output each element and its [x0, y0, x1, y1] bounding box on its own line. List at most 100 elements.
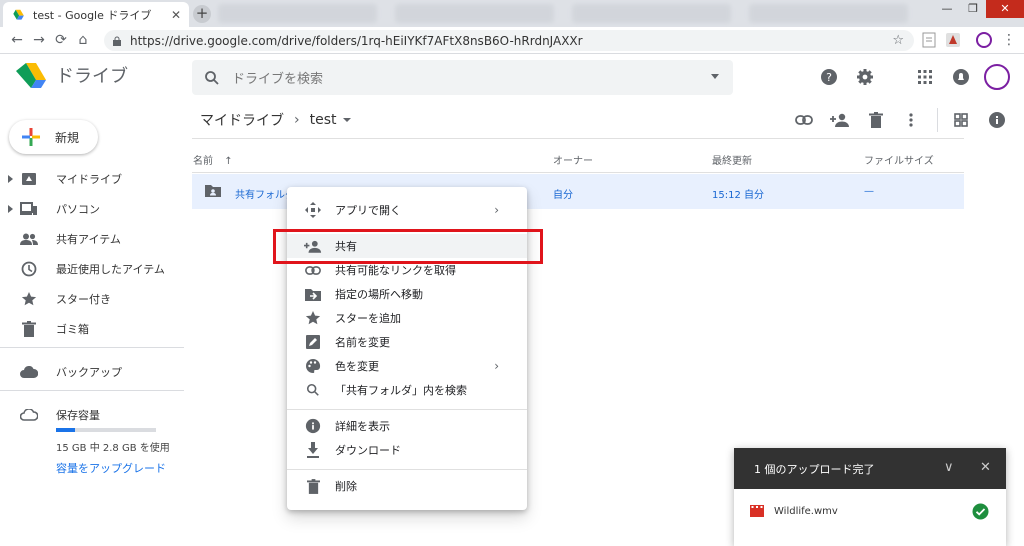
sidebar-divider [0, 390, 184, 391]
search-icon [304, 381, 322, 399]
breadcrumb-separator-icon: › [294, 112, 300, 128]
extension-page-icon[interactable] [920, 31, 938, 49]
menu-item-change-color[interactable]: 色を変更 › [287, 354, 527, 378]
column-header-name[interactable]: 名前 ↑ [193, 152, 233, 167]
video-file-icon [750, 505, 764, 517]
storage-used-text: 15 GB 中 2.8 GB を使用 [56, 443, 170, 454]
menu-item-move-to[interactable]: 指定の場所へ移動 [287, 282, 527, 306]
rename-icon [304, 333, 322, 351]
menu-item-rename[interactable]: 名前を変更 [287, 330, 527, 354]
sidebar-item-storage[interactable]: 保存容量 [0, 402, 180, 428]
shared-icon [20, 230, 38, 248]
sidebar-item-label: パソコン [56, 203, 100, 216]
address-bar[interactable]: https://drive.google.com/drive/folders/1… [104, 30, 914, 51]
new-tab-button[interactable]: + [193, 5, 211, 23]
maximize-button[interactable]: ❐ [960, 0, 986, 18]
storage-usage-fill [56, 428, 75, 432]
sidebar-item-label: ゴミ箱 [56, 323, 89, 336]
menu-item-open-with[interactable]: アプリで開く › [287, 198, 527, 222]
more-actions-icon[interactable] [900, 109, 922, 131]
breadcrumb-current[interactable]: test [310, 112, 337, 128]
search-icon [205, 70, 219, 85]
profile-circle-icon[interactable] [975, 31, 993, 49]
column-header-owner: オーナー [553, 156, 593, 167]
header-divider [192, 138, 964, 139]
minimize-button[interactable]: — [934, 0, 960, 18]
sidebar-item-starred[interactable]: スター付き [0, 286, 180, 312]
bookmark-star-icon[interactable]: ☆ [892, 33, 904, 48]
delete-icon[interactable] [865, 109, 887, 131]
browser-menu-icon[interactable]: ⋮ [998, 32, 1020, 48]
sidebar-item-computers[interactable]: パソコン [0, 196, 180, 222]
menu-item-search-in-folder[interactable]: 「共有フォルダ」内を検索 [287, 378, 527, 402]
upgrade-storage-link[interactable]: 容量をアップグレード [56, 460, 166, 476]
sidebar-item-recent[interactable]: 最近使用したアイテム [0, 256, 180, 282]
settings-icon[interactable] [854, 66, 876, 88]
menu-item-delete[interactable]: 削除 [287, 474, 527, 498]
sidebar-item-label: 共有アイテム [56, 233, 121, 246]
close-window-button[interactable]: ✕ [986, 0, 1024, 18]
apps-grid-icon[interactable] [914, 66, 936, 88]
new-button[interactable]: 新規 [9, 120, 98, 154]
close-icon[interactable]: ✕ [980, 460, 991, 475]
columns-divider [192, 172, 964, 173]
drive-logo[interactable]: ドライブ [16, 62, 128, 88]
search-placeholder: ドライブを検索 [232, 72, 324, 87]
upload-panel: 1 個のアップロード完了 ∨ ✕ Wildlife.wmv [734, 448, 1006, 546]
upload-file-name: Wildlife.wmv [774, 505, 838, 517]
star-icon [20, 290, 38, 308]
upload-file-row[interactable]: Wildlife.wmv [734, 496, 1006, 526]
tab-close-icon[interactable]: ✕ [171, 8, 181, 22]
upload-panel-title: 1 個のアップロード完了 [754, 462, 875, 476]
browser-tab-strip: test - Google ドライブ ✕ + — ❐ ✕ [0, 0, 1024, 27]
sidebar-divider [0, 347, 184, 348]
folder-menu-caret-icon[interactable] [342, 118, 351, 122]
search-options-icon[interactable] [711, 74, 719, 79]
row-owner: 自分 [553, 190, 573, 201]
sidebar-item-trash[interactable]: ゴミ箱 [0, 316, 180, 342]
palette-icon [304, 357, 322, 375]
home-icon[interactable]: ⌂ [72, 32, 94, 48]
pdf-extension-icon[interactable] [944, 31, 962, 49]
avatar[interactable] [984, 64, 1010, 90]
collapse-chevron-icon[interactable]: ∨ [944, 460, 954, 475]
cloud-backup-icon [20, 363, 38, 381]
search-input[interactable]: ドライブを検索 [192, 60, 733, 95]
row-name: 共有フォルダ [235, 190, 287, 201]
tab-title: test - Google ドライブ [33, 8, 152, 22]
drive-favicon-icon [13, 9, 24, 20]
sidebar-item-shared[interactable]: 共有アイテム [0, 226, 180, 252]
row-modified: 15:12 自分 [712, 190, 764, 201]
sidebar-item-backup[interactable]: バックアップ [0, 359, 180, 385]
browser-tab[interactable]: test - Google ドライブ ✕ [3, 2, 189, 27]
expand-arrow-icon[interactable] [8, 205, 13, 213]
menu-item-download[interactable]: ダウンロード [287, 438, 527, 462]
move-to-icon [304, 285, 322, 303]
column-header-modified[interactable]: 最終更新 [712, 152, 752, 167]
plus-icon [22, 128, 40, 146]
get-link-icon[interactable] [793, 109, 815, 131]
open-with-icon [304, 201, 322, 219]
breadcrumb: マイドライブ › test [200, 110, 351, 130]
breadcrumb-root[interactable]: マイドライブ [200, 110, 284, 130]
forward-icon[interactable]: → [28, 32, 50, 48]
grid-view-icon[interactable] [950, 109, 972, 131]
share-person-add-icon[interactable] [829, 109, 851, 131]
help-icon[interactable]: ? [818, 66, 840, 88]
notifications-icon[interactable] [950, 66, 972, 88]
new-button-label: 新規 [55, 130, 80, 145]
drive-logo-icon [16, 63, 46, 88]
menu-item-view-details[interactable]: 詳細を表示 [287, 414, 527, 438]
info-icon[interactable] [986, 109, 1008, 131]
reload-icon[interactable]: ⟳ [50, 32, 72, 48]
back-icon[interactable]: ← [6, 32, 28, 48]
storage-label: 保存容量 [56, 409, 100, 422]
menu-item-add-star[interactable]: スターを追加 [287, 306, 527, 330]
sort-ascending-icon[interactable]: ↑ [224, 156, 232, 167]
background-tabs [218, 4, 908, 23]
cloud-storage-icon [20, 406, 38, 424]
sidebar-item-my-drive[interactable]: マイドライブ [0, 166, 180, 192]
trash-icon [20, 320, 38, 338]
sidebar-item-label: マイドライブ [56, 173, 122, 186]
expand-arrow-icon[interactable] [8, 175, 13, 183]
